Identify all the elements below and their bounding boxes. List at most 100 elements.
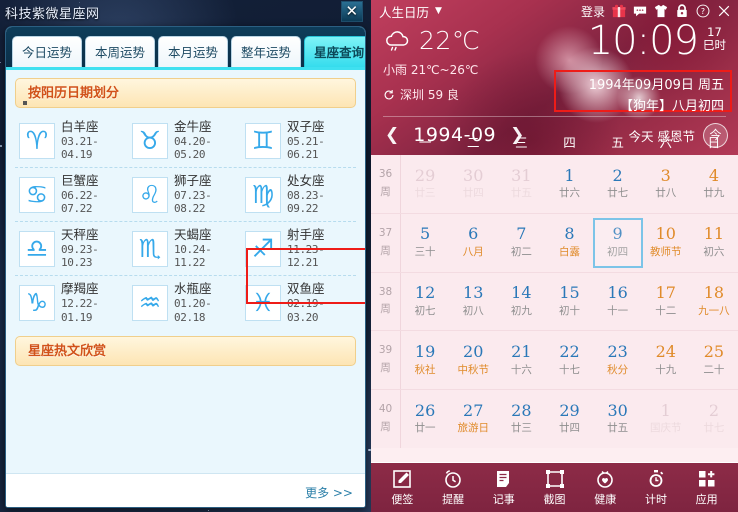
close-icon[interactable]: ✕	[341, 1, 363, 22]
calendar-day-cell[interactable]: 25 二十	[690, 331, 738, 389]
close-icon[interactable]	[717, 4, 731, 18]
login-button[interactable]: 登录	[581, 3, 605, 20]
calendar-day-cell[interactable]: 16 十一	[594, 273, 642, 331]
sign-cell-金牛座[interactable]: ♉ 金牛座 04.20-05.20	[128, 117, 241, 165]
zodiac-window-footer: 更多 >>	[6, 473, 365, 507]
sign-cell-处女座[interactable]: ♍ 处女座 08.23-09.22	[241, 171, 354, 219]
toolbar-item-记事[interactable]: 记事	[478, 469, 529, 507]
chat-icon[interactable]	[633, 4, 647, 18]
calendar-day-cell[interactable]: 24 十九	[642, 331, 690, 389]
chevron-down-icon[interactable]: ▼	[435, 6, 442, 16]
toolbar-item-提醒[interactable]: 提醒	[428, 469, 479, 507]
sign-name: 处女座	[287, 172, 325, 188]
toolbar-item-健康[interactable]: 健康	[580, 469, 631, 507]
tab-2[interactable]: 本周运势	[85, 36, 156, 67]
calendar-day-cell[interactable]: 26 廿一	[401, 390, 449, 448]
tab-1[interactable]: 今日运势	[12, 36, 83, 67]
sign-cell-双子座[interactable]: ♊ 双子座 05.21-06.21	[241, 117, 354, 165]
calendar-day-cell[interactable]: 6 八月	[449, 214, 497, 272]
calendar-day-cell[interactable]: 14 初九	[497, 273, 545, 331]
day-number: 5	[419, 224, 431, 244]
help-icon[interactable]: ?	[696, 4, 710, 18]
calendar-day-cell[interactable]: 18 九一八	[690, 273, 738, 331]
sign-cell-天秤座[interactable]: ♎ 天秤座 09.23-10.23	[15, 225, 128, 273]
zodiac-content-panel: 按阳历日期划分 ♈ 白羊座 03.21-04.19 ♉ 金牛座 04.20-05.20 ♊ 双…	[6, 67, 365, 481]
sign-cell-天蝎座[interactable]: ♏ 天蝎座 10.24-11.22	[128, 225, 241, 273]
weather-city-aqi[interactable]: 深圳 59 良	[383, 86, 480, 103]
day-lunar-label: 三十	[414, 246, 436, 259]
sign-cell-白羊座[interactable]: ♈ 白羊座 03.21-04.19	[15, 117, 128, 165]
clock-shichen: 17 巳时	[703, 22, 726, 52]
calendar-day-cell[interactable]: 17 十二	[642, 273, 690, 331]
day-number: 10	[655, 224, 676, 244]
week-number-value: 36	[378, 168, 393, 181]
day-lunar-label: 廿三	[510, 422, 532, 435]
week-number-label: 周	[380, 303, 391, 316]
calendar-day-cell[interactable]: 9 初四	[594, 214, 642, 272]
sign-cell-双鱼座[interactable]: ♓ 双鱼座 02.19-03.20	[241, 279, 354, 327]
calendar-day-cell[interactable]: 11 初六	[690, 214, 738, 272]
calendar-day-cell[interactable]: 1 廿六	[545, 155, 593, 213]
week-number: 37 周	[371, 213, 401, 272]
calendar-day-cell[interactable]: 29 廿三	[401, 155, 449, 213]
calendar-day-cell[interactable]: 4 廿九	[690, 155, 738, 213]
more-link[interactable]: 更多 >>	[305, 486, 353, 500]
calendar-day-cell[interactable]: 31 廿五	[497, 155, 545, 213]
calendar-day-cell[interactable]: 5 三十	[401, 214, 449, 272]
day-number: 17	[655, 283, 676, 303]
calendar-day-cell[interactable]: 23 秋分	[594, 331, 642, 389]
calendar-day-cell[interactable]: 7 初二	[497, 214, 545, 272]
lock-icon[interactable]	[675, 4, 689, 18]
calendar-day-cell[interactable]: 20 中秋节	[449, 331, 497, 389]
weekday-6: 六	[659, 135, 673, 150]
tab-5[interactable]: 星座查询	[304, 36, 365, 67]
calendar-day-cell[interactable]: 28 廿三	[497, 390, 545, 448]
sign-name: 天蝎座	[174, 226, 212, 242]
calendar-day-cell[interactable]: 21 十六	[497, 331, 545, 389]
tab-4[interactable]: 整年运势	[231, 36, 302, 67]
toolbar-item-便签[interactable]: 便签	[377, 469, 428, 507]
refresh-icon[interactable]	[383, 89, 395, 101]
day-number: 21	[511, 341, 532, 361]
calendar-day-cell[interactable]: 10 教师节	[642, 214, 690, 272]
calendar-day-cell[interactable]: 30 廿四	[449, 155, 497, 213]
week-number-value: 38	[378, 285, 393, 298]
sign-cell-射手座[interactable]: ♐ 射手座 11.23-12.21	[241, 225, 354, 273]
calendar-day-cell[interactable]: 8 白露	[545, 214, 593, 272]
calendar-day-cell[interactable]: 19 秋社	[401, 331, 449, 389]
day-lunar-label: 国庆节	[650, 422, 682, 435]
gregorian-date: 1994年09月09日 周五	[588, 78, 724, 93]
calendar-day-cell[interactable]: 1 国庆节	[642, 390, 690, 448]
week-number-label: 周	[380, 244, 391, 257]
zodiac-symbol-icon: ♐	[245, 230, 281, 267]
sign-cell-巨蟹座[interactable]: ♋ 巨蟹座 06.22-07.22	[15, 171, 128, 219]
health-heart-icon	[597, 470, 614, 488]
calendar-day-cell[interactable]: 3 廿八	[642, 155, 690, 213]
day-number: 12	[414, 283, 436, 303]
toolbar-item-截图[interactable]: 截图	[529, 469, 580, 507]
calendar-day-cell[interactable]: 29 廿四	[545, 390, 593, 448]
gift-icon[interactable]	[612, 4, 626, 18]
zodiac-symbol-icon: ♋	[19, 176, 55, 213]
toolbar-item-label: 便签	[391, 492, 414, 506]
calendar-day-cell[interactable]: 27 旅游日	[449, 390, 497, 448]
tshirt-icon[interactable]	[654, 4, 668, 18]
calendar-day-cell[interactable]: 13 初八	[449, 273, 497, 331]
article-bullet	[23, 101, 27, 105]
calendar-day-cell[interactable]: 15 初十	[545, 273, 593, 331]
toolbar-item-应用[interactable]: 应用	[681, 469, 732, 507]
calendar-day-cell[interactable]: 2 廿七	[690, 390, 738, 448]
tab-3[interactable]: 本月运势	[158, 36, 229, 67]
calendar-day-cell[interactable]: 2 廿七	[594, 155, 642, 213]
calendar-day-cell[interactable]: 12 初七	[401, 273, 449, 331]
calendar-day-cell[interactable]: 22 十七	[545, 331, 593, 389]
day-lunar-label: 廿三	[414, 187, 436, 200]
day-number: 4	[708, 165, 719, 185]
sign-cell-水瓶座[interactable]: ♒ 水瓶座 01.20-02.18	[128, 279, 241, 327]
sign-date-range: 09.23-10.23	[61, 242, 99, 270]
sign-cell-狮子座[interactable]: ♌ 狮子座 07.23-08.22	[128, 171, 241, 219]
sign-cell-摩羯座[interactable]: ♑ 摩羯座 12.22-01.19	[15, 279, 128, 327]
calendar-day-cell[interactable]: 30 廿五	[594, 390, 642, 448]
weather-block[interactable]: 22℃ 小雨 21℃~26℃ 深圳 59 良	[383, 26, 480, 103]
toolbar-item-计时[interactable]: 计时	[631, 469, 682, 507]
